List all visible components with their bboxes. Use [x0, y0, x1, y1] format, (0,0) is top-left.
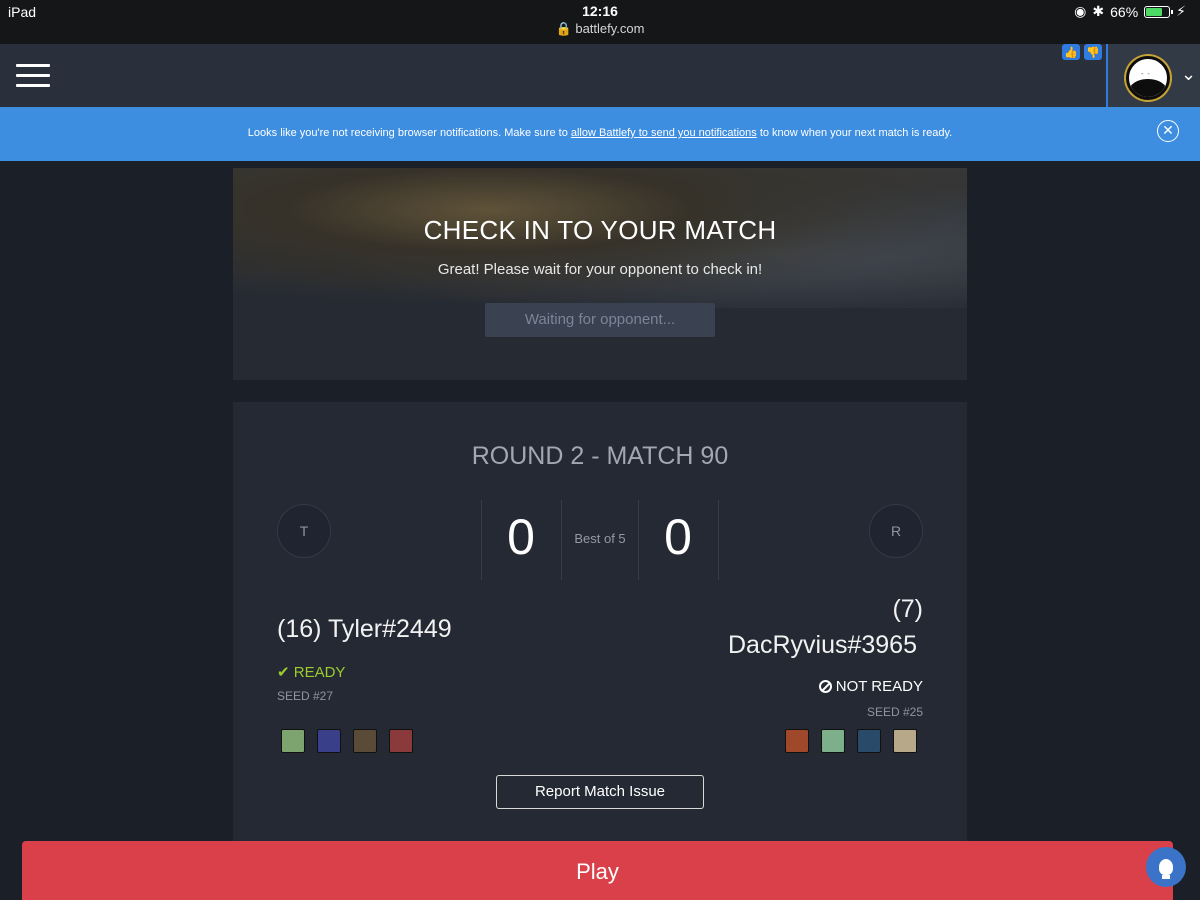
help-button[interactable]: [1146, 847, 1186, 887]
banner-message: Looks like you're not receiving browser …: [247, 127, 953, 139]
address-bar[interactable]: 🔒 battlefy.com: [0, 21, 1200, 37]
check-in-subtitle: Great! Please wait for your opponent to …: [437, 261, 763, 278]
battery-percent: 66%: [1110, 3, 1139, 20]
status-icons: ◉ ✱ 66% ⚡: [1074, 3, 1186, 20]
battery-icon: [1144, 5, 1174, 18]
rotation-lock-icon: ◉: [1074, 3, 1087, 19]
player-name-right: DacRyvius#3965: [728, 631, 917, 659]
player-seed-right: (7): [892, 595, 923, 623]
team-avatar-right[interactable]: R: [869, 504, 923, 558]
hero-icon: [857, 729, 881, 753]
check-in-title: CHECK IN TO YOUR MATCH: [423, 215, 777, 245]
thumbs-up-icon[interactable]: 👍: [1062, 44, 1080, 60]
bluetooth-icon: ✱: [1092, 3, 1105, 19]
notification-banner: Looks like you're not receiving browser …: [0, 107, 1200, 161]
lightbulb-icon: [1159, 859, 1173, 879]
waiting-button: Waiting for opponent...: [485, 303, 715, 337]
score-right: 0: [664, 509, 692, 565]
team-avatar-left[interactable]: T: [277, 504, 331, 558]
hero-icon: [785, 729, 809, 753]
close-icon[interactable]: ✕: [1157, 120, 1179, 142]
chevron-down-icon[interactable]: ⌄: [1181, 64, 1196, 85]
not-ready-status: NOT READY: [818, 678, 923, 695]
hero-list-right: [785, 729, 917, 753]
report-match-issue-button[interactable]: Report Match Issue: [496, 775, 704, 809]
player-name-left: (16) Tyler#2449: [277, 615, 452, 643]
hero-icon: [317, 729, 341, 753]
match-card: ROUND 2 - MATCH 90 T R 0 Best of 5 0 (16…: [233, 402, 967, 852]
thumbs-down-icon[interactable]: 👎: [1084, 44, 1102, 60]
hero-icon: [389, 729, 413, 753]
hero-icon: [281, 729, 305, 753]
check-in-card: CHECK IN TO YOUR MATCH Great! Please wai…: [233, 168, 967, 380]
hero-list-left: [281, 729, 413, 753]
score-left: 0: [507, 509, 535, 565]
charging-icon: ⚡: [1176, 3, 1186, 19]
avatar[interactable]: --: [1126, 56, 1170, 100]
app-header: 👍 👎 -- ⌄: [0, 44, 1200, 107]
feedback-buttons: 👍 👎: [1062, 44, 1102, 60]
user-menu[interactable]: -- ⌄: [1106, 44, 1200, 107]
scoreboard: 0 Best of 5 0: [481, 500, 719, 580]
hero-icon: [353, 729, 377, 753]
menu-icon[interactable]: [16, 64, 50, 88]
url-text: battlefy.com: [575, 21, 645, 36]
round-title: ROUND 2 - MATCH 90: [471, 442, 729, 470]
seed-left: SEED #27: [277, 689, 334, 703]
clock: 12:16: [582, 3, 618, 19]
check-icon: ✔: [277, 664, 290, 681]
hero-icon: [893, 729, 917, 753]
allow-notifications-link[interactable]: allow Battlefy to send you notifications: [571, 127, 757, 139]
ready-status: ✔ READY: [277, 664, 346, 681]
seed-right: SEED #25: [866, 705, 923, 719]
status-bar: iPad 12:16 🔒 battlefy.com ◉ ✱ 66% ⚡: [0, 0, 1200, 44]
play-button[interactable]: Play: [22, 841, 1173, 900]
ban-icon: [818, 680, 832, 693]
hero-icon: [821, 729, 845, 753]
best-of-label: Best of 5: [574, 531, 626, 546]
